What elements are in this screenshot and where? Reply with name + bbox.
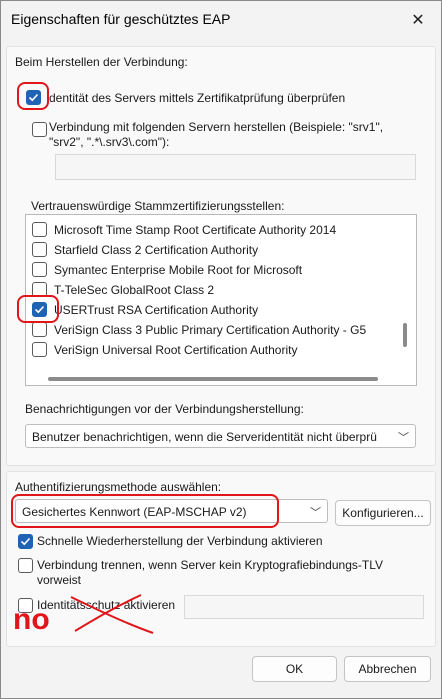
vertical-scrollbar[interactable] <box>403 323 407 347</box>
disconnect-tlv-checkbox[interactable] <box>18 558 33 573</box>
root-ca-label: Symantec Enterprise Mobile Root for Micr… <box>54 263 303 277</box>
verify-identity-label: dentität des Servers mittels Zertifikatp… <box>49 91 346 105</box>
root-ca-label: VeriSign Universal Root Certification Au… <box>54 343 298 357</box>
annotation-no: no <box>13 603 50 636</box>
root-ca-checkbox[interactable] <box>32 242 47 257</box>
servers-input[interactable] <box>55 154 416 180</box>
root-ca-checkbox[interactable] <box>32 262 47 277</box>
root-ca-label: Starfield Class 2 Certification Authorit… <box>54 243 259 257</box>
connect-servers-label-line1: Verbindung mit folgenden Servern herstel… <box>49 120 384 134</box>
root-ca-label: USERTrust RSA Certification Authority <box>54 303 259 317</box>
title-bar: Eigenschaften für geschütztes EAP ✕ <box>1 1 441 41</box>
red-highlight-usertrust <box>17 295 59 323</box>
notifications-select[interactable]: Benutzer benachrichtigen, wenn die Serve… <box>25 424 416 448</box>
red-highlight-verify <box>17 82 49 110</box>
root-ca-checkbox[interactable] <box>32 342 47 357</box>
configure-button[interactable]: Konfigurieren... <box>335 500 431 526</box>
root-ca-label: Microsoft Time Stamp Root Certificate Au… <box>54 223 337 237</box>
red-cross-annotation <box>70 594 154 634</box>
dialog-window: Eigenschaften für geschütztes EAP ✕ Beim… <box>0 0 442 699</box>
disconnect-tlv-label-line1: Verbindung trennen, wenn Server kein Kry… <box>37 558 383 572</box>
notifications-header: Benachrichtigungen vor der Verbindungshe… <box>25 402 304 416</box>
root-ca-label: VeriSign Class 3 Public Primary Certific… <box>54 323 367 337</box>
check-icon <box>20 537 31 546</box>
chevron-down-icon: ﹀ <box>398 432 409 444</box>
root-ca-checkbox[interactable] <box>32 222 47 237</box>
horizontal-scrollbar[interactable] <box>48 377 378 381</box>
fast-reconnect-checkbox[interactable] <box>18 534 33 549</box>
root-ca-list[interactable]: Microsoft Time Stamp Root Certificate Au… <box>25 214 417 386</box>
close-icon[interactable]: ✕ <box>395 1 441 39</box>
disconnect-tlv-label-line2: vorweist <box>37 573 82 587</box>
root-ca-checkbox[interactable] <box>32 322 47 337</box>
connect-section-header: Beim Herstellen der Verbindung: <box>15 55 188 69</box>
connect-servers-checkbox[interactable] <box>32 122 47 137</box>
chevron-down-icon: ﹀ <box>310 507 321 519</box>
root-ca-header: Vertrauenswürdige Stammzertifizierungsst… <box>31 199 285 213</box>
red-highlight-auth <box>11 494 279 528</box>
root-ca-label: T-TeleSec GlobalRoot Class 2 <box>54 283 215 297</box>
dialog-title: Eigenschaften für geschütztes EAP <box>11 11 231 27</box>
auth-header: Authentifizierungsmethode auswählen: <box>15 480 222 494</box>
ok-button[interactable]: OK <box>252 656 337 682</box>
identity-privacy-input[interactable] <box>184 595 424 619</box>
connect-servers-label-line2: "srv2", ".*\.srv3\.com"): <box>49 135 170 149</box>
cancel-button[interactable]: Abbrechen <box>344 656 431 682</box>
notifications-value: Benutzer benachrichtigen, wenn die Serve… <box>32 430 377 444</box>
fast-reconnect-label: Schnelle Wiederherstellung der Verbindun… <box>37 534 323 548</box>
